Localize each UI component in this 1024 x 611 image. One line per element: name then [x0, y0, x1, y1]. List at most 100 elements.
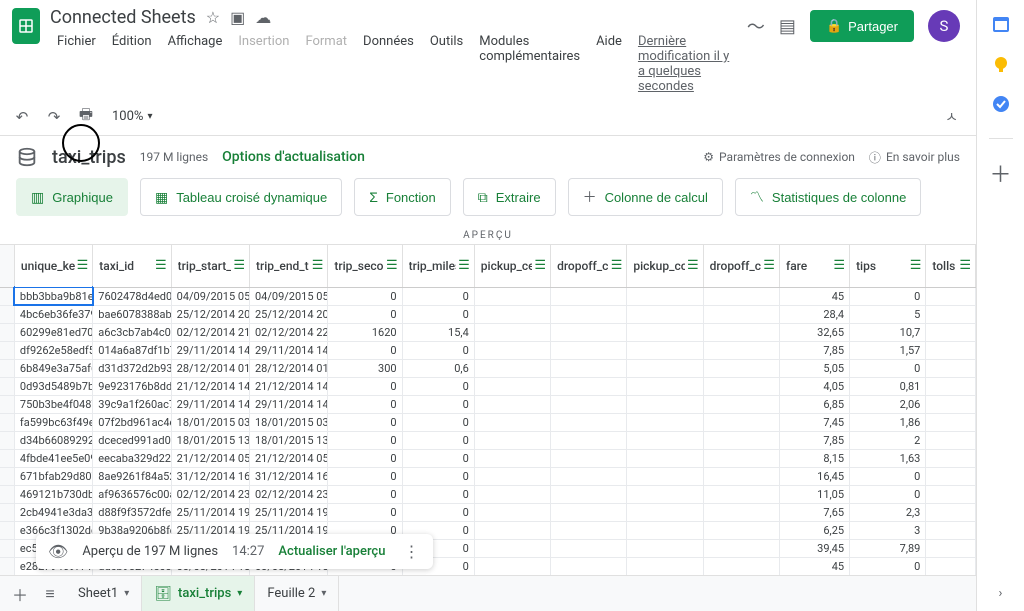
collapse-toolbar-button[interactable]: ㅅ — [945, 107, 958, 127]
table-row[interactable]: 469121b730db8af9636576c00a02/12/2014 23:… — [0, 485, 976, 503]
cell[interactable]: 5,05 — [779, 359, 849, 377]
column-header-tips[interactable]: tips☰ — [850, 245, 926, 287]
more-options-button[interactable]: ⋮ — [399, 542, 423, 561]
cell[interactable] — [703, 449, 779, 467]
filter-icon[interactable]: ☰ — [75, 258, 89, 273]
cell[interactable]: 0 — [402, 287, 474, 305]
cell[interactable] — [551, 377, 627, 395]
cell[interactable]: 0 — [850, 359, 926, 377]
cell[interactable] — [703, 341, 779, 359]
cell[interactable] — [627, 341, 703, 359]
extract-button[interactable]: ⧉ Extraire — [463, 178, 556, 216]
cell[interactable]: 25/11/2014 19:3 — [250, 503, 328, 521]
filter-icon[interactable]: ☰ — [609, 258, 623, 273]
cell[interactable]: 45 — [779, 287, 849, 305]
filter-icon[interactable]: ☰ — [685, 258, 699, 273]
column-header-pickup_ce[interactable]: pickup_ce☰ — [474, 245, 550, 287]
cell[interactable]: 21/12/2014 05:0 — [250, 449, 328, 467]
cell[interactable] — [551, 521, 627, 539]
cell[interactable] — [551, 413, 627, 431]
table-row[interactable]: 671bfab29d8078ae9261f84a5231/12/2014 16:… — [0, 467, 976, 485]
cell[interactable] — [474, 359, 550, 377]
cell[interactable] — [474, 485, 550, 503]
cell[interactable]: 02/12/2014 23:4 — [171, 485, 249, 503]
cell[interactable]: 21/12/2014 14:4 — [171, 377, 249, 395]
cell[interactable]: 60299e81ed704 — [14, 323, 92, 341]
caret-down-icon[interactable]: ▾ — [237, 588, 242, 599]
cell[interactable] — [703, 377, 779, 395]
add-sheet-button[interactable]: ＋ — [6, 582, 34, 606]
cell[interactable]: 39c9a1f260ac7 — [93, 395, 171, 413]
cell[interactable] — [551, 431, 627, 449]
cell[interactable] — [474, 305, 550, 323]
cell[interactable] — [627, 467, 703, 485]
filter-icon[interactable]: ☰ — [310, 258, 324, 273]
cell[interactable]: 18/01/2015 03:0 — [250, 413, 328, 431]
cell[interactable]: 0 — [328, 485, 402, 503]
activity-icon[interactable]: 〜 — [747, 13, 765, 39]
cell[interactable] — [474, 503, 550, 521]
cell[interactable] — [703, 521, 779, 539]
cell[interactable]: 6,85 — [779, 395, 849, 413]
cell[interactable] — [551, 503, 627, 521]
cell[interactable]: 5 — [850, 305, 926, 323]
cell[interactable]: df9262e58edf5f — [14, 341, 92, 359]
table-row[interactable]: 750b3be4f0487139c9a1f260ac729/11/2014 14… — [0, 395, 976, 413]
cell[interactable]: d88f9f3572dfe9 — [93, 503, 171, 521]
cell[interactable]: 0,6 — [402, 359, 474, 377]
cell[interactable] — [627, 539, 703, 557]
cell[interactable]: 7,65 — [779, 503, 849, 521]
zoom-select[interactable]: 100% ▾ — [108, 107, 156, 126]
cell[interactable]: d34b66089292d — [14, 431, 92, 449]
menu-fichier[interactable]: Fichier — [50, 30, 103, 98]
cell[interactable]: 0 — [328, 341, 402, 359]
cell[interactable]: 31/12/2014 16:4 — [250, 467, 328, 485]
cell[interactable]: 0 — [850, 467, 926, 485]
tasks-addon-icon[interactable] — [991, 94, 1011, 114]
cell[interactable] — [551, 323, 627, 341]
cell[interactable]: a6c3cb7ab4c03 — [93, 323, 171, 341]
cell[interactable]: 0 — [328, 395, 402, 413]
cell[interactable]: 2,3 — [850, 503, 926, 521]
cell[interactable]: 02/12/2014 23:4 — [250, 485, 328, 503]
column-header-unique_ke[interactable]: unique_ke☰ — [14, 245, 92, 287]
move-icon[interactable]: ▣ — [230, 8, 245, 27]
cell[interactable]: 25/11/2014 19:3 — [171, 503, 249, 521]
cell[interactable]: 7,85 — [779, 341, 849, 359]
all-sheets-button[interactable]: ≡ — [36, 584, 64, 604]
cell[interactable] — [551, 485, 627, 503]
side-panel-toggle[interactable]: › — [976, 575, 1024, 611]
cell[interactable]: 18/01/2015 03:0 — [171, 413, 249, 431]
cell[interactable]: 18/01/2015 13:3 — [250, 431, 328, 449]
refresh-preview-button[interactable]: Actualiser l'aperçu — [278, 544, 385, 559]
cell[interactable]: 0 — [402, 305, 474, 323]
cell[interactable]: 07f2bd961ac4c — [93, 413, 171, 431]
cell[interactable]: 0 — [402, 503, 474, 521]
cell[interactable]: 3 — [850, 521, 926, 539]
cell[interactable]: 2 — [850, 431, 926, 449]
cell[interactable]: eecaba329d22b — [93, 449, 171, 467]
cell[interactable]: 0 — [328, 287, 402, 305]
cell[interactable]: 16,45 — [779, 467, 849, 485]
filter-icon[interactable]: ☰ — [231, 258, 245, 273]
cell[interactable]: 4,05 — [779, 377, 849, 395]
cell[interactable]: 7,45 — [779, 413, 849, 431]
cell[interactable] — [926, 557, 976, 575]
column-stats-button[interactable]: 〽 Statistiques de colonne — [735, 178, 921, 216]
cell[interactable]: 0 — [328, 305, 402, 323]
cell[interactable]: fa599bc63f49e9 — [14, 413, 92, 431]
cell[interactable]: bae6078388ab7 — [93, 305, 171, 323]
cell[interactable] — [703, 431, 779, 449]
cell[interactable]: 0 — [850, 557, 926, 575]
cell[interactable] — [474, 431, 550, 449]
filter-icon[interactable]: ☰ — [908, 258, 922, 273]
cell[interactable] — [703, 503, 779, 521]
sheet-tab-feuille-2[interactable]: Feuille 2▾ — [255, 576, 339, 611]
cloud-status-icon[interactable]: ☁ — [255, 8, 271, 27]
cell[interactable]: 21/12/2014 05:0 — [171, 449, 249, 467]
cell[interactable] — [926, 431, 976, 449]
table-row[interactable]: 6b849e3a75af6d31d372d2b93028/12/2014 01:… — [0, 359, 976, 377]
caret-down-icon[interactable]: ▾ — [321, 588, 326, 599]
star-icon[interactable]: ☆ — [206, 8, 220, 27]
cell[interactable]: 21/12/2014 14:4 — [250, 377, 328, 395]
